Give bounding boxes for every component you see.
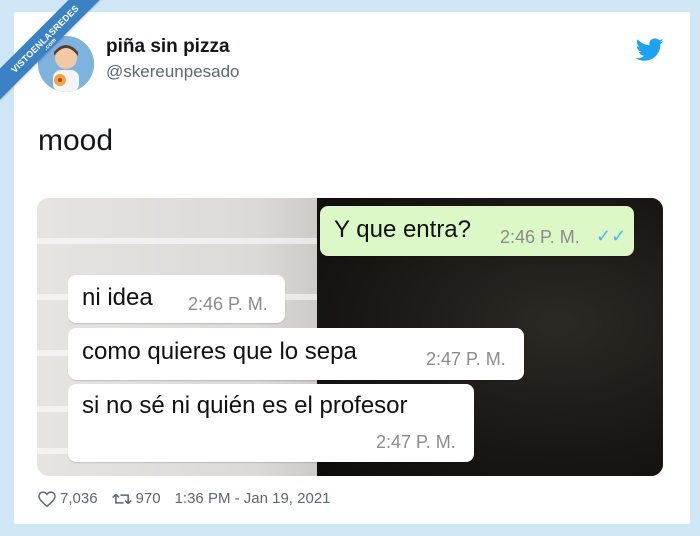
- read-ticks-icon: ✓✓: [596, 226, 627, 246]
- retweet-icon[interactable]: [111, 491, 132, 507]
- chat-bubble-incoming: si no sé ni quién es el profesor 2:47 P.…: [68, 384, 474, 462]
- tweet-media-chat-screenshot[interactable]: Y que entra? 2:46 P. M. ✓✓ ni idea 2:46 …: [37, 198, 663, 476]
- chat-bubble-outgoing: Y que entra? 2:46 P. M. ✓✓: [320, 206, 634, 256]
- message-text: Y que entra?: [334, 216, 472, 243]
- message-text: si no sé ni quién es el profesor: [82, 392, 408, 419]
- window-blind: [37, 238, 327, 244]
- retweet-count: 970: [135, 490, 161, 507]
- message-time: 2:47 P. M.: [376, 432, 456, 452]
- message-time: 2:46 P. M.: [188, 294, 268, 314]
- display-name[interactable]: piña sin pizza: [106, 36, 230, 58]
- tweet-timestamp[interactable]: 1:36 PM - Jan 19, 2021: [175, 490, 331, 507]
- like-count: 7,036: [60, 490, 98, 507]
- message-text: ni idea: [82, 284, 153, 311]
- twitter-bird-icon[interactable]: [636, 38, 664, 62]
- message-time: 2:47 P. M.: [426, 349, 506, 369]
- user-handle[interactable]: @skereunpesado: [106, 62, 240, 82]
- message-time: 2:46 P. M.: [500, 227, 580, 247]
- tweet-text: mood: [38, 124, 114, 157]
- tweet-footer: 7,036 970 1:36 PM - Jan 19, 2021: [38, 490, 335, 507]
- message-text: como quieres que lo sepa: [82, 338, 357, 365]
- chat-bubble-incoming: como quieres que lo sepa 2:47 P. M.: [68, 328, 524, 380]
- chat-bubble-incoming: ni idea 2:46 P. M.: [68, 275, 285, 323]
- heart-icon[interactable]: [38, 490, 56, 507]
